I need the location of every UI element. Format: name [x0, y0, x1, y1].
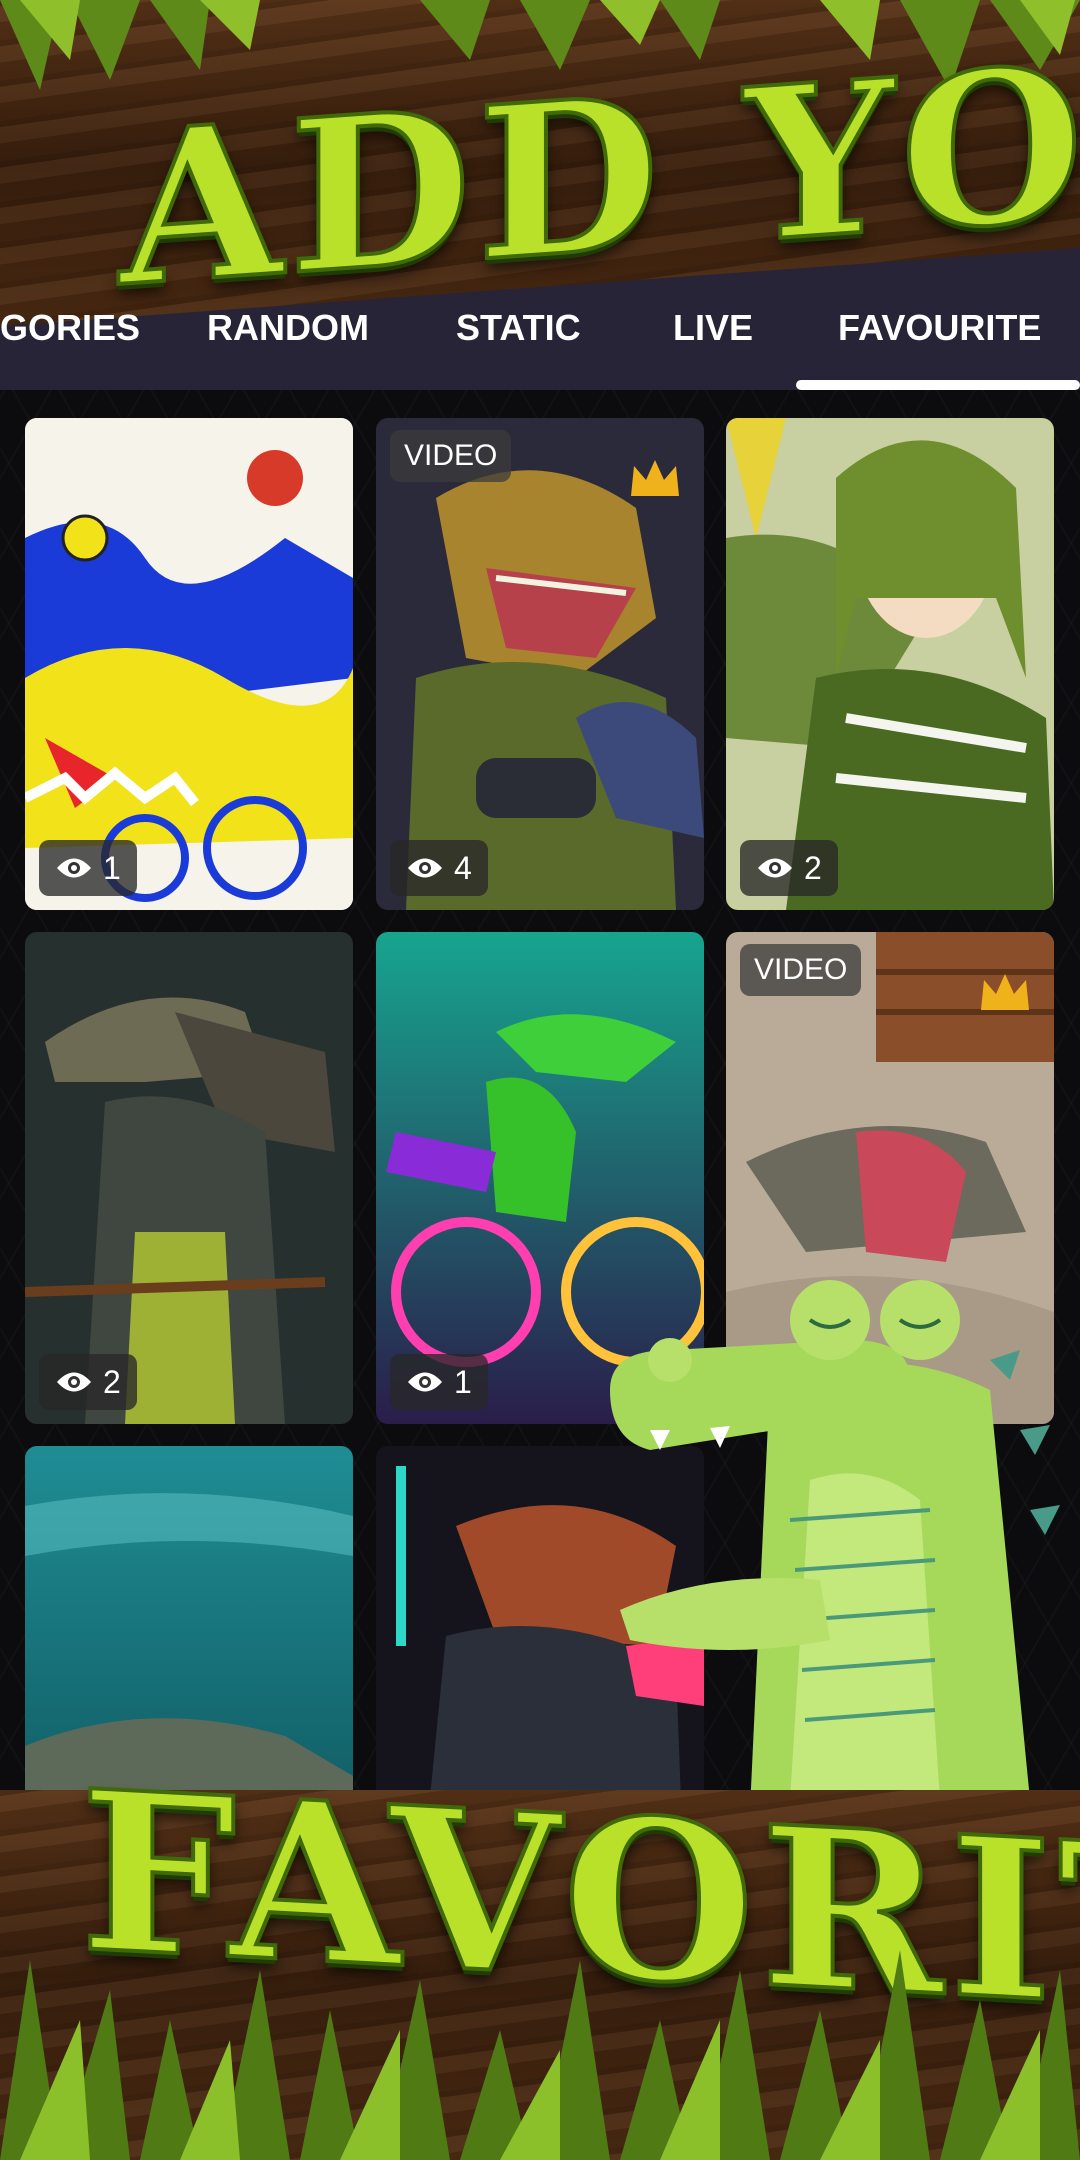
wallpaper-thumbnail — [25, 932, 353, 1424]
eye-icon — [57, 858, 91, 878]
crocodile-mascot-illustration — [610, 1280, 1060, 1810]
tab-live[interactable]: LIVE — [673, 304, 753, 352]
crown-icon — [981, 974, 1029, 1010]
wallpaper-card[interactable]: 2 — [726, 418, 1054, 910]
grass-decoration-bottom — [0, 1950, 1080, 2160]
view-count-value: 1 — [103, 849, 121, 886]
view-count-value: 1 — [454, 1363, 472, 1400]
view-count: 1 — [390, 1354, 488, 1410]
video-badge: VIDEO — [740, 944, 862, 996]
view-count: 1 — [39, 840, 137, 896]
active-tab-indicator — [796, 380, 1080, 390]
view-count-value: 4 — [454, 849, 472, 886]
eye-icon — [57, 1372, 91, 1392]
eye-icon — [408, 858, 442, 878]
eye-icon — [408, 1372, 442, 1392]
wallpaper-card[interactable]: VIDEO 4 — [376, 418, 704, 910]
view-count-value: 2 — [804, 849, 822, 886]
view-count: 2 — [740, 840, 838, 896]
wallpaper-card[interactable]: 1 — [25, 418, 353, 910]
view-count: 4 — [390, 840, 488, 896]
tab-favourite[interactable]: FAVOURITE — [838, 304, 1041, 352]
wallpaper-thumbnail — [25, 418, 353, 910]
view-count-value: 2 — [103, 1363, 121, 1400]
wallpaper-thumbnail — [726, 418, 1054, 910]
eye-icon — [758, 858, 792, 878]
wallpaper-card[interactable]: 2 — [25, 932, 353, 1424]
crown-icon — [631, 460, 679, 496]
video-badge: VIDEO — [390, 430, 512, 482]
tab-static[interactable]: STATIC — [456, 304, 581, 352]
view-count: 2 — [39, 1354, 137, 1410]
